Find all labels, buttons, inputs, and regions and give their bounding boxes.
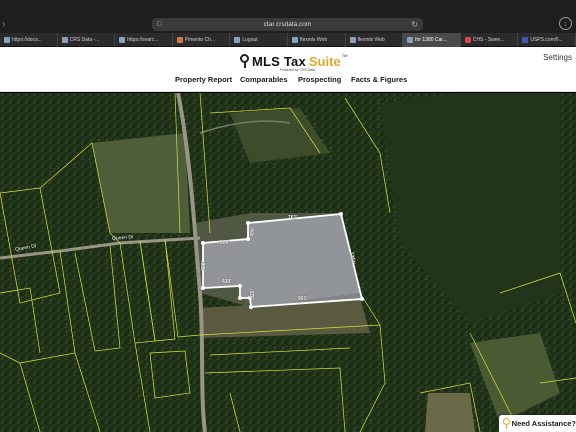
favicon-icon — [522, 37, 529, 43]
mls-tax-suite-logo[interactable]: MLS Tax Suite TM — [240, 53, 347, 69]
nav-facts-figures[interactable]: Facts & Figures — [351, 75, 407, 84]
measurement-label: 761' — [288, 215, 298, 221]
url-text: ctar.crsdata.com — [263, 21, 312, 28]
browser-tab[interactable]: CHS - Swee... — [461, 33, 519, 47]
browser-tab[interactable]: flexmls Web — [346, 33, 404, 47]
measurement-label: 329' — [249, 289, 256, 299]
app-header: MLS Tax Suite TM Powered by CRS Data Set… — [0, 47, 576, 92]
favicon-icon — [234, 37, 241, 43]
address-bar[interactable]: □ ctar.crsdata.com ↻ — [152, 18, 423, 31]
favicon-icon — [119, 37, 126, 43]
favicon-icon — [4, 37, 10, 43]
favicon-icon — [176, 37, 183, 43]
browser-tab-active[interactable]: for 1380 Car... — [403, 33, 461, 47]
browser-tab[interactable]: USPS.com®... — [518, 33, 576, 47]
favicon-icon — [291, 37, 298, 43]
logo-subtitle: Powered by CRS Data — [280, 68, 316, 72]
settings-link[interactable]: Settings — [543, 53, 572, 62]
favicon-icon — [61, 37, 68, 43]
favicon-icon — [349, 37, 356, 43]
lock-icon: □ — [157, 21, 162, 28]
sidebar-toggle-icon[interactable]: › — [2, 18, 5, 31]
measurement-label: 430' — [222, 279, 232, 285]
main-nav: Property Report Comparables Prospecting … — [0, 75, 576, 87]
browser-tab[interactable]: https://searc... — [115, 33, 173, 47]
browser-tab[interactable]: https://docs... — [0, 33, 58, 47]
map-canvas[interactable] — [0, 93, 576, 432]
map-pin-icon — [503, 417, 510, 430]
browser-tab[interactable]: CRS Data -... — [58, 33, 116, 47]
nav-prospecting[interactable]: Prospecting — [298, 75, 341, 84]
satellite-map[interactable]: 761' 300' 380' 1254' 380' 430' 329' 901'… — [0, 93, 576, 432]
gmail-icon — [464, 37, 471, 43]
measurement-label: 380' — [200, 261, 207, 271]
favicon-icon — [407, 37, 414, 43]
nav-comparables[interactable]: Comparables — [240, 75, 288, 84]
downloads-icon[interactable]: ↓ — [559, 17, 572, 30]
tab-strip: https://docs... CRS Data -... https://se… — [0, 33, 576, 47]
browser-tab[interactable]: Pimento Ch... — [173, 33, 231, 47]
browser-tab[interactable]: flexmls Web — [288, 33, 346, 47]
map-pin-icon — [240, 54, 249, 68]
field — [425, 393, 475, 432]
need-assistance-button[interactable]: Need Assistance? — [499, 415, 576, 432]
browser-tab[interactable]: Logout — [230, 33, 288, 47]
nav-property-report[interactable]: Property Report — [175, 75, 232, 84]
measurement-label: 901' — [298, 296, 308, 302]
measurement-label: 300' — [220, 240, 230, 246]
browser-toolbar: › □ ctar.crsdata.com ↻ ↓ — [0, 0, 576, 33]
reload-icon[interactable]: ↻ — [411, 18, 418, 31]
